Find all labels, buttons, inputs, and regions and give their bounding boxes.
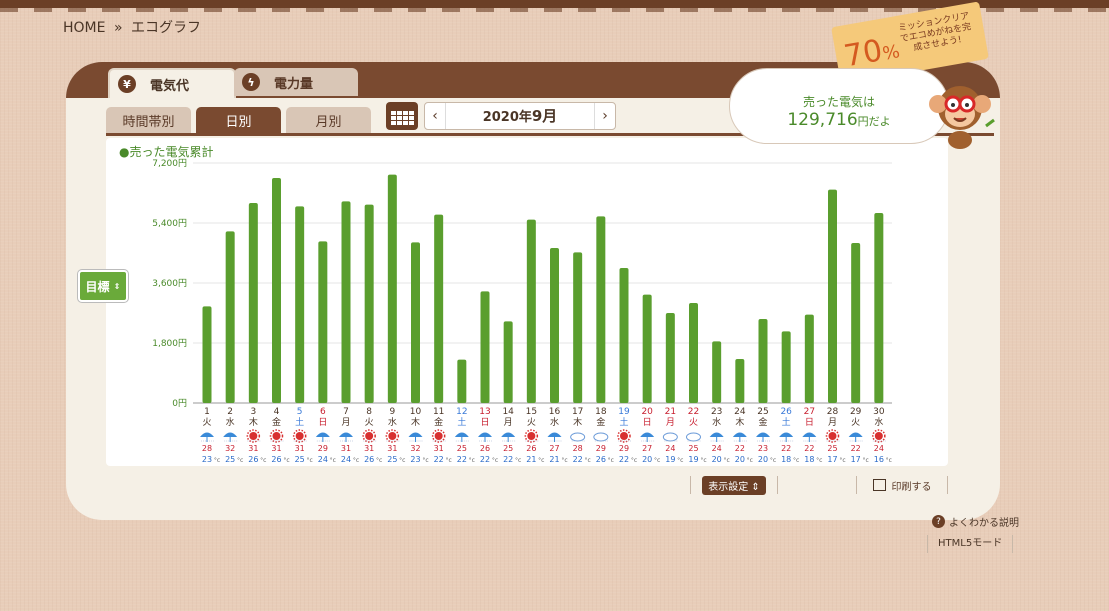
display-settings-button[interactable]: 表示設定 ⇕ <box>702 475 766 495</box>
subtab-daily[interactable]: 日別 <box>196 107 281 133</box>
prev-month-button[interactable]: ‹ <box>425 108 445 124</box>
display-settings-label: 表示設定 <box>708 481 749 493</box>
print-button[interactable]: 印刷する <box>856 476 948 494</box>
breadcrumb-separator: » <box>113 20 123 36</box>
tab-electricity-cost[interactable]: ¥ 電気代 <box>108 68 236 98</box>
help-link[interactable]: ? よくわかる説明 <box>932 514 1019 529</box>
yen-icon: ¥ <box>118 75 136 93</box>
print-label: 印刷する <box>891 481 932 493</box>
help-label: よくわかる説明 <box>949 518 1019 529</box>
goal-button[interactable]: 目標 ⇕ <box>78 270 128 302</box>
monkey-mascot-icon <box>929 86 995 149</box>
month-label: 2020年9月 <box>445 103 595 129</box>
sort-arrows-icon: ⇕ <box>113 281 121 291</box>
speech-unit: 円だよ <box>857 115 891 128</box>
calendar-icon <box>390 110 414 126</box>
month-value: 9月 <box>531 107 558 125</box>
html5-mode-button[interactable]: HTML5モード <box>927 535 1014 553</box>
lightning-icon: ϟ <box>242 73 260 91</box>
breadcrumb-home[interactable]: HOME <box>63 20 105 36</box>
subtab-monthly[interactable]: 月別 <box>286 107 371 133</box>
breadcrumb-current: エコグラフ <box>130 20 201 36</box>
breadcrumb: HOME » エコグラフ <box>63 17 205 37</box>
sold-amount: 129,716 <box>787 110 858 130</box>
speech-line1: 売った電気は <box>802 95 875 109</box>
next-month-button[interactable]: › <box>595 108 615 124</box>
question-icon: ? <box>932 515 945 528</box>
tab-label: 電力量 <box>274 76 314 92</box>
mission-text: ミッションクリアでエコめがねを完成させよう! <box>897 11 973 54</box>
subtab-hourly[interactable]: 時間帯別 <box>106 107 191 133</box>
calendar-button[interactable] <box>386 102 418 130</box>
chart-legend: ●売った電気累計 <box>119 145 214 159</box>
display-settings-area: 表示設定 ⇕ <box>690 475 778 495</box>
goal-label: 目標 <box>85 279 110 294</box>
year-label: 2020年 <box>482 110 532 125</box>
month-selector: ‹ 2020年9月 › <box>424 102 616 130</box>
tab-electricity-amount[interactable]: ϟ 電力量 <box>234 68 358 96</box>
speech-bubble: 売った電気は 129,716円だよ <box>729 68 949 144</box>
tab-label: 電気代 <box>150 78 190 94</box>
chart-area <box>106 138 948 466</box>
speech-line2: 129,716円だよ <box>730 110 948 130</box>
print-icon <box>872 479 886 491</box>
